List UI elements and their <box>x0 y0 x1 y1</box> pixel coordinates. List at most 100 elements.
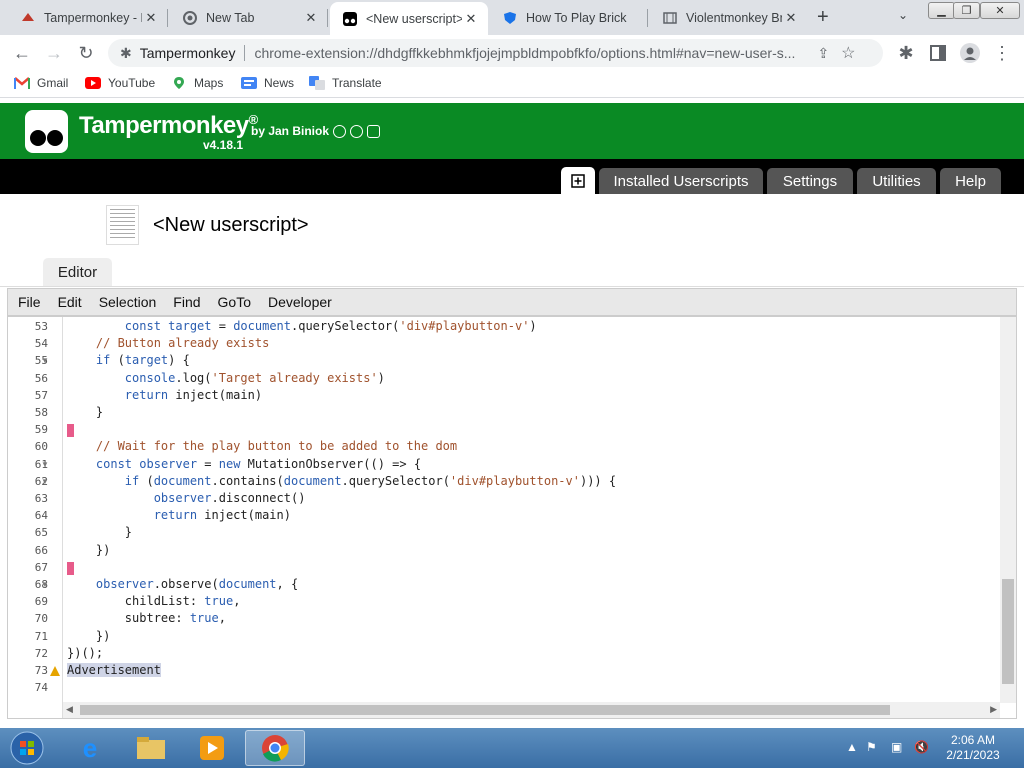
media-player-icon <box>200 736 224 760</box>
facebook-icon[interactable] <box>350 124 364 138</box>
code-line[interactable]: // Wait for the play button to be added … <box>67 439 457 453</box>
code-line[interactable]: const target = document.querySelector('d… <box>67 319 537 333</box>
menu-goto[interactable]: GoTo <box>218 294 251 310</box>
reload-icon[interactable]: ↻ <box>74 41 98 65</box>
line-number: 65 <box>34 526 48 540</box>
taskbar-file-explorer[interactable] <box>121 730 181 766</box>
side-panel-icon[interactable] <box>926 41 950 65</box>
vertical-scroll-thumb[interactable] <box>1002 579 1014 684</box>
new-tab-plus-icon[interactable]: + <box>817 6 829 29</box>
volume-muted-icon[interactable]: 🔇 <box>914 740 929 754</box>
app-title: Tampermonkey® <box>79 112 258 139</box>
menu-developer[interactable]: Developer <box>268 294 332 310</box>
close-icon[interactable]: ✕ <box>302 10 320 26</box>
line-number: 58 <box>34 406 48 419</box>
extensions-puzzle-icon[interactable]: ✱ <box>894 41 918 65</box>
tab-new-script[interactable] <box>561 167 595 194</box>
share-icon[interactable]: ⇪ <box>817 45 829 62</box>
browser-tab-strip: Tampermonkey - M ✕ New Tab ✕ <New usersc… <box>0 0 1024 35</box>
back-arrow-icon[interactable]: ← <box>10 41 34 65</box>
clock-time: 2:06 AM <box>950 733 996 747</box>
tab-new-userscript[interactable]: <New userscript> ✕ <box>330 2 488 35</box>
code-line[interactable]: // Button already exists <box>67 336 269 350</box>
start-button[interactable] <box>0 730 54 766</box>
tab-how-to-play[interactable]: How To Play Brick <box>490 0 648 35</box>
scroll-left-arrow-icon[interactable]: ◀ <box>66 704 73 715</box>
bookmark-youtube[interactable]: YouTube <box>85 76 155 90</box>
star-icon[interactable]: ☆ <box>841 43 855 63</box>
maps-pin-icon <box>171 76 187 90</box>
bookmark-gmail[interactable]: Gmail <box>14 76 68 90</box>
github-icon[interactable] <box>333 124 347 138</box>
code-line[interactable]: } <box>67 525 132 539</box>
maximize-button[interactable]: ❐ <box>953 2 980 19</box>
app-version: v4.18.1 <box>203 138 244 152</box>
code-line[interactable]: console.log('Target already exists') <box>67 371 385 385</box>
profile-avatar-icon[interactable] <box>958 41 982 65</box>
tab-new-tab[interactable]: New Tab ✕ <box>170 0 328 35</box>
code-line[interactable]: } <box>67 405 103 419</box>
menu-find[interactable]: Find <box>173 294 200 310</box>
code-line[interactable]: }) <box>67 629 110 643</box>
taskbar-internet-explorer[interactable]: e <box>60 730 120 766</box>
fold-arrow-icon[interactable]: ▼ <box>41 477 49 486</box>
forward-arrow-icon[interactable]: → <box>42 41 66 65</box>
warning-icon[interactable] <box>50 666 60 676</box>
line-number: 73 <box>34 664 48 677</box>
scroll-right-arrow-icon[interactable]: ▶ <box>990 704 997 715</box>
code-line[interactable]: subtree: true, <box>67 611 226 625</box>
menu-file[interactable]: File <box>18 294 41 310</box>
code-line[interactable]: childList: true, <box>67 594 241 608</box>
vertical-scrollbar[interactable] <box>1000 317 1016 703</box>
tab-tampermonkey[interactable]: Tampermonkey - M ✕ <box>8 0 168 35</box>
line-number: 54 <box>34 337 48 351</box>
action-center-flag-icon[interactable]: ⚑ <box>866 740 877 754</box>
menu-selection[interactable]: Selection <box>99 294 157 310</box>
code-line[interactable]: observer.disconnect() <box>67 491 306 505</box>
tampermonkey-icon <box>342 11 358 27</box>
network-icon[interactable]: ▣ <box>891 740 902 754</box>
kebab-menu-icon[interactable]: ⋮ <box>990 41 1014 65</box>
code-editor[interactable]: 53 54 55 ▼ 56 57 58 59 60 61 ▼ 62 ▼ 63 64 65 66 67 68 ▼ 69 70… <box>7 316 1017 719</box>
tab-settings[interactable]: Settings <box>767 168 853 194</box>
close-icon[interactable]: ✕ <box>782 10 800 26</box>
code-line[interactable]: return inject(main) <box>67 508 291 522</box>
tab-editor[interactable]: Editor <box>43 258 112 286</box>
menu-edit[interactable]: Edit <box>58 294 82 310</box>
code-line[interactable]: })(); <box>67 646 103 660</box>
instagram-icon[interactable] <box>367 124 381 138</box>
author-name: by Jan Biniok <box>251 124 330 138</box>
fold-arrow-icon[interactable]: ▼ <box>41 580 49 589</box>
code-line[interactable]: if (document.contains(document.querySele… <box>67 474 616 488</box>
tab-installed-userscripts[interactable]: Installed Userscripts <box>599 168 763 194</box>
system-clock[interactable]: 2:06 AM 2/21/2023 <box>937 733 1009 763</box>
code-line[interactable]: observer.observe(document, { <box>67 577 298 591</box>
fold-arrow-icon[interactable]: ▼ <box>41 460 49 469</box>
code-line[interactable]: return inject(main) <box>67 388 262 402</box>
bookmark-news[interactable]: News <box>241 76 294 90</box>
tab-search-chevron-down-icon[interactable]: ⌄ <box>898 8 908 22</box>
address-bar[interactable]: ✱ Tampermonkey chrome-extension://dhdgff… <box>108 39 883 67</box>
tab-violentmonkey[interactable]: Violentmonkey Br ✕ <box>650 0 808 35</box>
code-line[interactable]: Advertisement <box>67 663 161 677</box>
close-window-button[interactable]: ✕ <box>980 2 1020 19</box>
tab-utilities[interactable]: Utilities <box>857 168 936 194</box>
taskbar-media-player[interactable] <box>182 730 242 766</box>
show-hidden-icons-icon[interactable]: ▲ <box>846 740 858 754</box>
bookmark-translate[interactable]: Translate <box>309 76 382 90</box>
bookmark-maps[interactable]: Maps <box>171 76 223 90</box>
horizontal-scrollbar[interactable]: ◀ ▶ <box>63 702 1000 718</box>
close-icon[interactable]: ✕ <box>142 10 160 26</box>
tampermonkey-header: Tampermonkey® v4.18.1 by Jan Biniok <box>0 103 1024 159</box>
tab-help[interactable]: Help <box>940 168 1001 194</box>
horizontal-scroll-thumb[interactable] <box>80 705 890 715</box>
taskbar-chrome[interactable] <box>245 730 305 766</box>
line-number: 70 <box>34 612 48 626</box>
code-line[interactable]: if (target) { <box>67 353 190 367</box>
code-line[interactable]: }) <box>67 543 110 557</box>
close-icon[interactable]: ✕ <box>462 11 480 27</box>
fold-arrow-icon[interactable]: ▼ <box>41 356 49 365</box>
minimize-button[interactable]: ▁ <box>928 2 955 19</box>
code-line[interactable]: const observer = new MutationObserver(()… <box>67 457 421 471</box>
url-text: chrome-extension://dhdgffkkebhmkfjojejmp… <box>254 45 796 61</box>
